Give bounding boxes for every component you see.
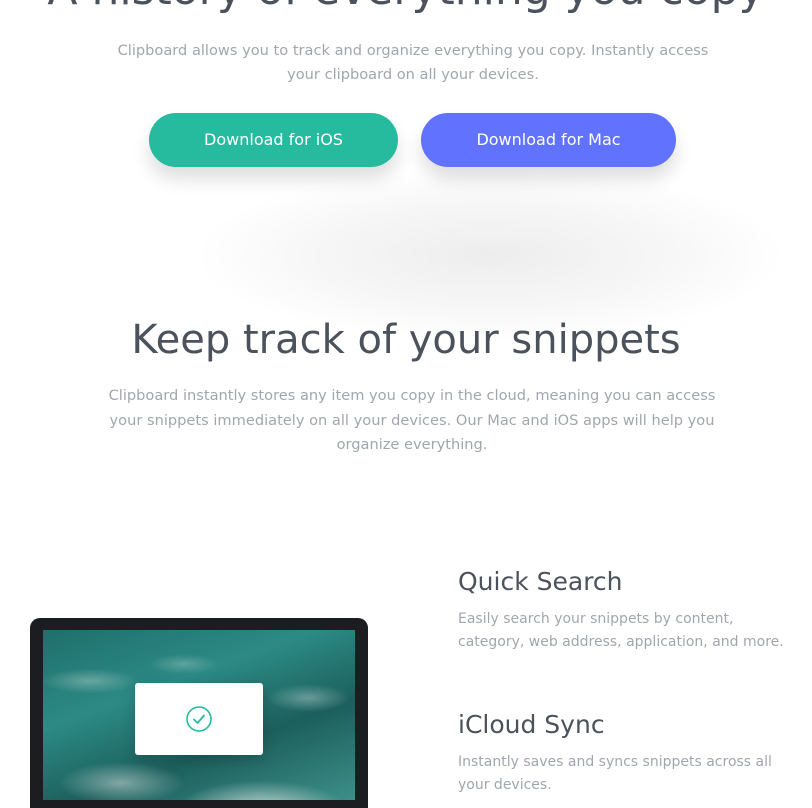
hero-title: A history of everything you copy — [0, 0, 812, 18]
device-screen-ocean-image — [43, 630, 355, 800]
hero-subtitle: Clipboard allows you to track and organi… — [117, 42, 709, 83]
feature-quick-search: Quick Search Easily search your snippets… — [458, 566, 798, 654]
feature-description: Instantly saves and syncs snippets acros… — [458, 754, 772, 793]
feature-icloud-sync: iCloud Sync Instantly saves and syncs sn… — [458, 709, 798, 797]
device-notification-card — [135, 683, 263, 755]
feature-title: iCloud Sync — [458, 710, 605, 739]
snippets-section-title: Keep track of your snippets — [131, 317, 681, 363]
download-mac-button[interactable]: Download for Mac — [421, 113, 676, 167]
checkmark-circle-icon — [186, 706, 212, 732]
feature-title: Quick Search — [458, 567, 623, 596]
download-ios-button[interactable]: Download for iOS — [149, 113, 398, 167]
feature-description: Easily search your snippets by content, … — [458, 611, 784, 650]
computer-mockup — [30, 618, 368, 808]
snippets-section-description: Clipboard instantly stores any item you … — [108, 387, 716, 453]
